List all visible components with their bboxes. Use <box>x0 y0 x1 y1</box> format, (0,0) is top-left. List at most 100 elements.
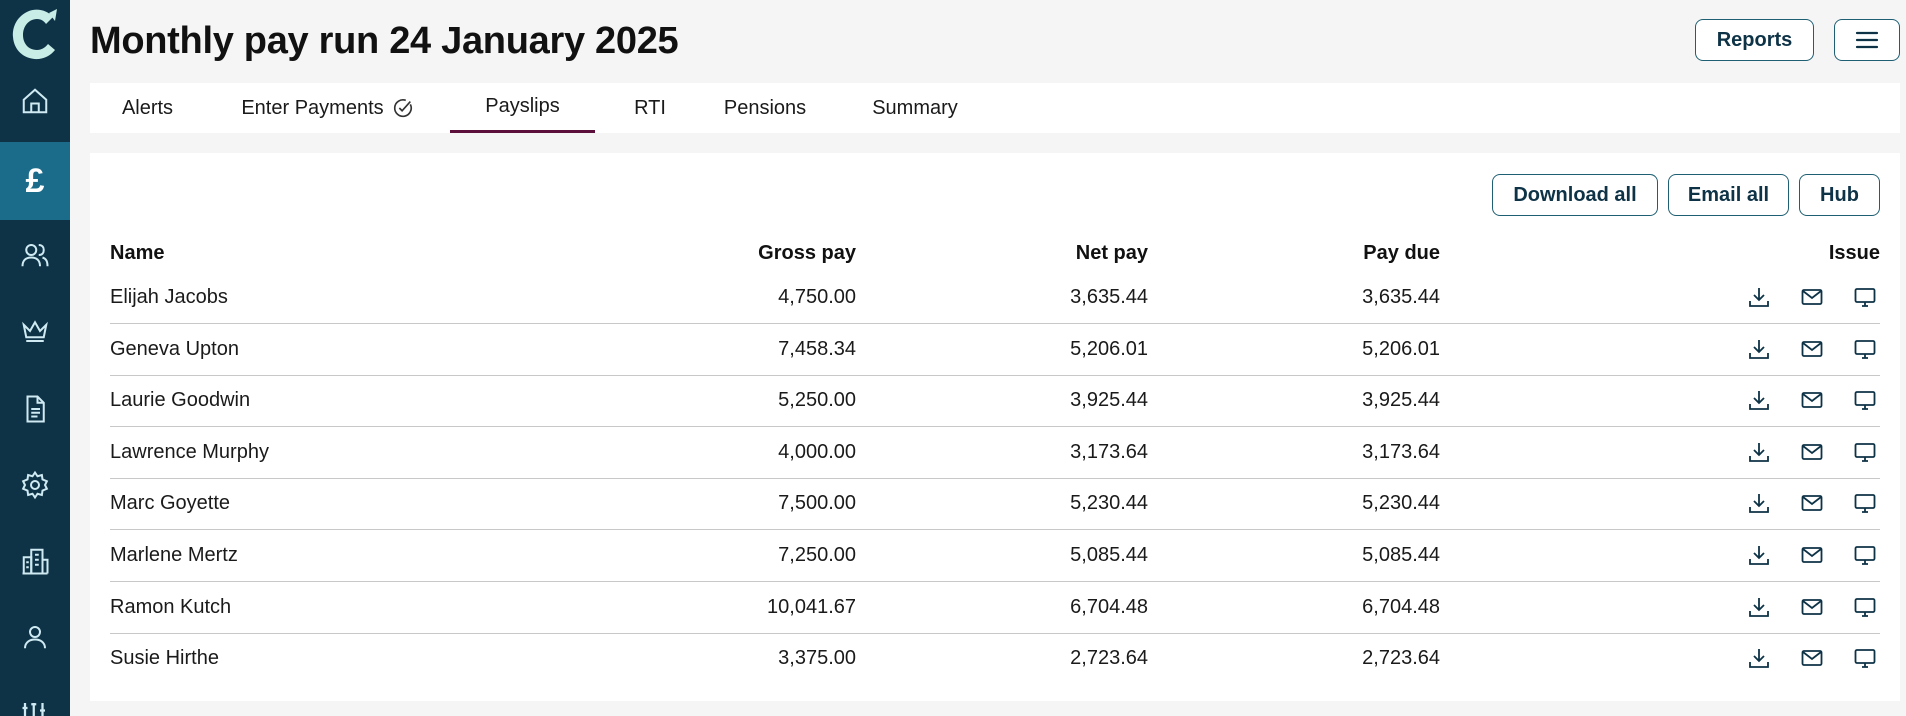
email-payslip-button[interactable] <box>1799 594 1825 620</box>
hub-button[interactable]: Hub <box>1799 174 1880 216</box>
gross-pay-value: 10,041.67 <box>767 596 856 618</box>
table-row: Elijah Jacobs 4,750.00 3,635.44 3,635.44 <box>110 272 1880 324</box>
crown-icon <box>22 320 48 342</box>
email-payslip-button[interactable] <box>1799 542 1825 568</box>
view-payslip-button[interactable] <box>1852 594 1878 620</box>
pay-due-value: 5,206.01 <box>1362 338 1440 360</box>
download-payslip-button[interactable] <box>1746 336 1772 362</box>
download-icon <box>1749 391 1769 410</box>
table-row: Lawrence Murphy 4,000.00 3,173.64 3,173.64 <box>110 427 1880 479</box>
nav-employees[interactable] <box>0 216 70 294</box>
download-payslip-button[interactable] <box>1746 594 1772 620</box>
monitor-icon <box>1854 546 1876 565</box>
employee-name: Ramon Kutch <box>110 596 232 618</box>
view-payslip-button[interactable] <box>1852 387 1878 413</box>
nav-home[interactable] <box>0 62 70 140</box>
view-payslip-button[interactable] <box>1852 645 1878 671</box>
tab-payslips[interactable]: Payslips <box>450 83 595 133</box>
column-header-gross-pay: Gross pay <box>758 242 856 264</box>
gross-pay-value: 5,250.00 <box>778 389 856 411</box>
employee-name: Marc Goyette <box>110 492 231 514</box>
nav-settings[interactable] <box>0 446 70 524</box>
download-payslip-button[interactable] <box>1746 387 1772 413</box>
email-icon <box>1801 599 1823 615</box>
employee-name: Elijah Jacobs <box>110 286 228 308</box>
tab-alerts[interactable]: Alerts <box>90 83 205 133</box>
net-pay-value: 5,230.44 <box>1070 492 1148 514</box>
net-pay-value: 5,206.01 <box>1070 338 1148 360</box>
net-pay-value: 6,704.48 <box>1070 596 1148 618</box>
sidebar: £ <box>0 0 70 716</box>
net-pay-value: 3,635.44 <box>1070 286 1148 308</box>
view-payslip-button[interactable] <box>1852 336 1878 362</box>
tab-label: Summary <box>872 96 958 119</box>
email-payslip-button[interactable] <box>1799 284 1825 310</box>
nav-account[interactable] <box>0 598 70 676</box>
gross-pay-value: 7,458.34 <box>778 338 856 360</box>
app-logo[interactable] <box>0 0 70 70</box>
download-icon <box>1749 288 1769 307</box>
email-payslip-button[interactable] <box>1799 439 1825 465</box>
email-payslip-button[interactable] <box>1799 387 1825 413</box>
nav-adjustments[interactable] <box>0 676 70 716</box>
monitor-icon <box>1854 649 1876 668</box>
download-icon <box>1749 546 1769 565</box>
download-payslip-button[interactable] <box>1746 284 1772 310</box>
reports-button[interactable]: Reports <box>1695 19 1814 61</box>
nav-directors[interactable] <box>0 292 70 370</box>
people-icon <box>21 244 49 267</box>
tab-label: Payslips <box>485 95 560 117</box>
logo-icon <box>12 9 57 60</box>
check-circle-icon <box>393 99 412 118</box>
pay-due-value: 3,173.64 <box>1362 441 1440 463</box>
download-icon <box>1749 443 1769 462</box>
tab-enter-payments[interactable]: Enter Payments <box>235 83 420 133</box>
view-payslip-button[interactable] <box>1852 542 1878 568</box>
monitor-icon <box>1854 598 1876 617</box>
home-icon <box>22 88 48 114</box>
employee-name: Susie Hirthe <box>110 647 219 669</box>
email-icon <box>1801 392 1823 408</box>
tab-rti[interactable]: RTI <box>615 83 685 133</box>
email-payslip-button[interactable] <box>1799 490 1825 516</box>
net-pay-value: 2,723.64 <box>1070 647 1148 669</box>
email-payslip-button[interactable] <box>1799 336 1825 362</box>
column-header-issue: Issue <box>1828 242 1880 264</box>
tab-label: RTI <box>634 96 666 119</box>
menu-button[interactable] <box>1834 19 1900 61</box>
employee-name: Marlene Mertz <box>110 544 238 566</box>
nav-reports[interactable] <box>0 370 70 448</box>
download-payslip-button[interactable] <box>1746 645 1772 671</box>
nav-company[interactable] <box>0 522 70 600</box>
tab-summary[interactable]: Summary <box>860 83 970 133</box>
download-payslip-button[interactable] <box>1746 542 1772 568</box>
email-icon <box>1801 341 1823 357</box>
tab-pensions[interactable]: Pensions <box>705 83 825 133</box>
net-pay-value: 5,085.44 <box>1070 544 1148 566</box>
email-payslip-button[interactable] <box>1799 645 1825 671</box>
email-all-button[interactable]: Email all <box>1668 174 1789 216</box>
net-pay-value: 3,173.64 <box>1070 441 1148 463</box>
nav-payroll[interactable]: £ <box>0 142 70 220</box>
download-payslip-button[interactable] <box>1746 439 1772 465</box>
email-icon <box>1801 547 1823 563</box>
person-icon <box>24 626 46 649</box>
view-payslip-button[interactable] <box>1852 490 1878 516</box>
table-row: Marlene Mertz 7,250.00 5,085.44 5,085.44 <box>110 530 1880 582</box>
download-all-button[interactable]: Download all <box>1492 174 1658 216</box>
download-icon <box>1749 494 1769 513</box>
download-icon <box>1749 598 1769 617</box>
sliders-icon <box>22 703 45 716</box>
table-row: Geneva Upton 7,458.34 5,206.01 5,206.01 <box>110 324 1880 376</box>
download-icon <box>1749 340 1769 359</box>
view-payslip-button[interactable] <box>1852 284 1878 310</box>
email-icon <box>1801 650 1823 666</box>
gross-pay-value: 3,375.00 <box>778 647 856 669</box>
monitor-icon <box>1854 494 1876 513</box>
email-icon <box>1801 495 1823 511</box>
download-payslip-button[interactable] <box>1746 490 1772 516</box>
view-payslip-button[interactable] <box>1852 439 1878 465</box>
table-row: Marc Goyette 7,500.00 5,230.44 5,230.44 <box>110 478 1880 530</box>
tab-label: Alerts <box>121 96 174 119</box>
column-header-pay-due: Pay due <box>1363 242 1440 264</box>
